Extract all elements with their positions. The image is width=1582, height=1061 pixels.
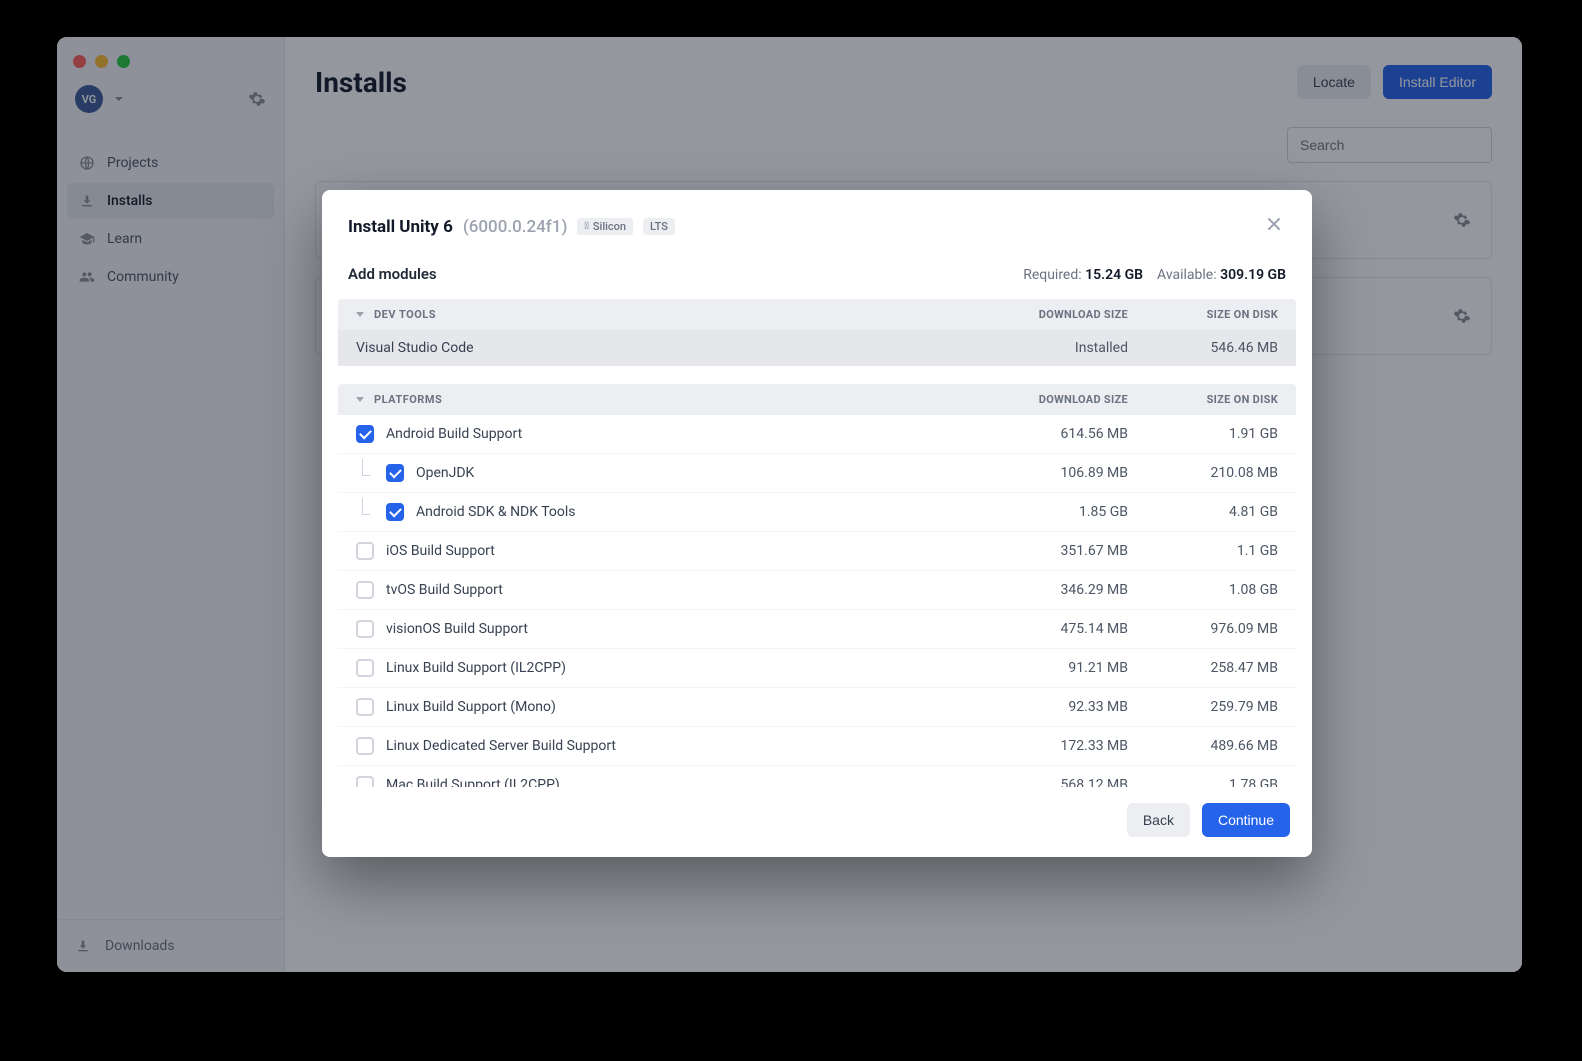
lts-badge: LTS [643,218,675,235]
apple-icon:  [584,221,588,232]
module-row[interactable]: Android Build Support 614.56 MB 1.91 GB [338,415,1296,454]
module-disk-size: 489.66 MB [1128,738,1278,754]
module-checkbox[interactable] [356,542,374,560]
chevron-down-icon [356,397,364,402]
module-download-size: 614.56 MB [978,426,1128,442]
module-disk-size: 1.91 GB [1128,426,1278,442]
module-row[interactable]: tvOS Build Support 346.29 MB 1.08 GB [338,571,1296,610]
disk-space-info: Required: 15.24 GB Available: 309.19 GB [1023,267,1286,283]
module-name: Mac Build Support (IL2CPP) [386,777,560,787]
col-download: DOWNLOAD SIZE [978,393,1128,406]
module-checkbox[interactable] [356,659,374,677]
module-download-size: 351.67 MB [978,543,1128,559]
module-name: Linux Dedicated Server Build Support [386,738,616,754]
col-disk: SIZE ON DISK [1128,393,1278,406]
chevron-down-icon [356,312,364,317]
col-disk: SIZE ON DISK [1128,308,1278,321]
module-disk-size: 976.09 MB [1128,621,1278,637]
module-row[interactable]: Linux Build Support (Mono) 92.33 MB 259.… [338,688,1296,727]
module-row[interactable]: visionOS Build Support 475.14 MB 976.09 … [338,610,1296,649]
section-title: DEV TOOLS [374,308,436,321]
module-checkbox[interactable] [386,503,404,521]
module-disk-size: 258.47 MB [1128,660,1278,676]
add-modules-label: Add modules [348,265,437,283]
module-download-size: Installed [978,340,1128,356]
close-icon [1266,216,1282,232]
module-checkbox[interactable] [386,464,404,482]
module-disk-size: 1.78 GB [1128,777,1278,787]
module-row[interactable]: Android SDK & NDK Tools 1.85 GB 4.81 GB [338,493,1296,532]
col-download: DOWNLOAD SIZE [978,308,1128,321]
module-checkbox[interactable] [356,425,374,443]
module-download-size: 106.89 MB [978,465,1128,481]
module-checkbox[interactable] [356,776,374,787]
section-header[interactable]: PLATFORMS DOWNLOAD SIZE SIZE ON DISK [338,384,1296,415]
section-title: PLATFORMS [374,393,442,406]
module-disk-size: 1.1 GB [1128,543,1278,559]
module-name: Visual Studio Code [356,340,474,356]
silicon-badge: Silicon [577,218,633,235]
module-checkbox[interactable] [356,620,374,638]
module-download-size: 1.85 GB [978,504,1128,520]
module-download-size: 92.33 MB [978,699,1128,715]
modal-version: (6000.0.24f1) [463,217,568,237]
module-row[interactable]: Mac Build Support (IL2CPP) 568.12 MB 1.7… [338,766,1296,787]
module-row[interactable]: Linux Build Support (IL2CPP) 91.21 MB 25… [338,649,1296,688]
module-name: visionOS Build Support [386,621,528,637]
install-modules-modal: Install Unity 6 (6000.0.24f1) Silicon L… [322,190,1312,857]
module-checkbox[interactable] [356,698,374,716]
module-name: OpenJDK [416,465,474,481]
module-disk-size: 1.08 GB [1128,582,1278,598]
module-name: Linux Build Support (Mono) [386,699,556,715]
module-row[interactable]: OpenJDK 106.89 MB 210.08 MB [338,454,1296,493]
module-row[interactable]: iOS Build Support 351.67 MB 1.1 GB [338,532,1296,571]
module-row[interactable]: Visual Studio Code Installed 546.46 MB [338,330,1296,366]
module-disk-size: 546.46 MB [1128,340,1278,356]
module-disk-size: 4.81 GB [1128,504,1278,520]
continue-button[interactable]: Continue [1202,803,1290,837]
module-name: Android SDK & NDK Tools [416,504,576,520]
modules-list[interactable]: DEV TOOLS DOWNLOAD SIZE SIZE ON DISK Vis… [322,297,1312,787]
module-row[interactable]: Linux Dedicated Server Build Support 172… [338,727,1296,766]
module-download-size: 346.29 MB [978,582,1128,598]
module-disk-size: 210.08 MB [1128,465,1278,481]
module-name: tvOS Build Support [386,582,503,598]
module-name: Android Build Support [386,426,522,442]
section-header[interactable]: DEV TOOLS DOWNLOAD SIZE SIZE ON DISK [338,299,1296,330]
module-name: Linux Build Support (IL2CPP) [386,660,566,676]
back-button[interactable]: Back [1127,803,1190,837]
module-name: iOS Build Support [386,543,495,559]
module-disk-size: 259.79 MB [1128,699,1278,715]
module-download-size: 568.12 MB [978,777,1128,787]
module-download-size: 475.14 MB [978,621,1128,637]
module-download-size: 91.21 MB [978,660,1128,676]
modal-title: Install Unity 6 [348,217,453,237]
module-download-size: 172.33 MB [978,738,1128,754]
module-checkbox[interactable] [356,581,374,599]
module-checkbox[interactable] [356,737,374,755]
close-button[interactable] [1262,212,1286,241]
